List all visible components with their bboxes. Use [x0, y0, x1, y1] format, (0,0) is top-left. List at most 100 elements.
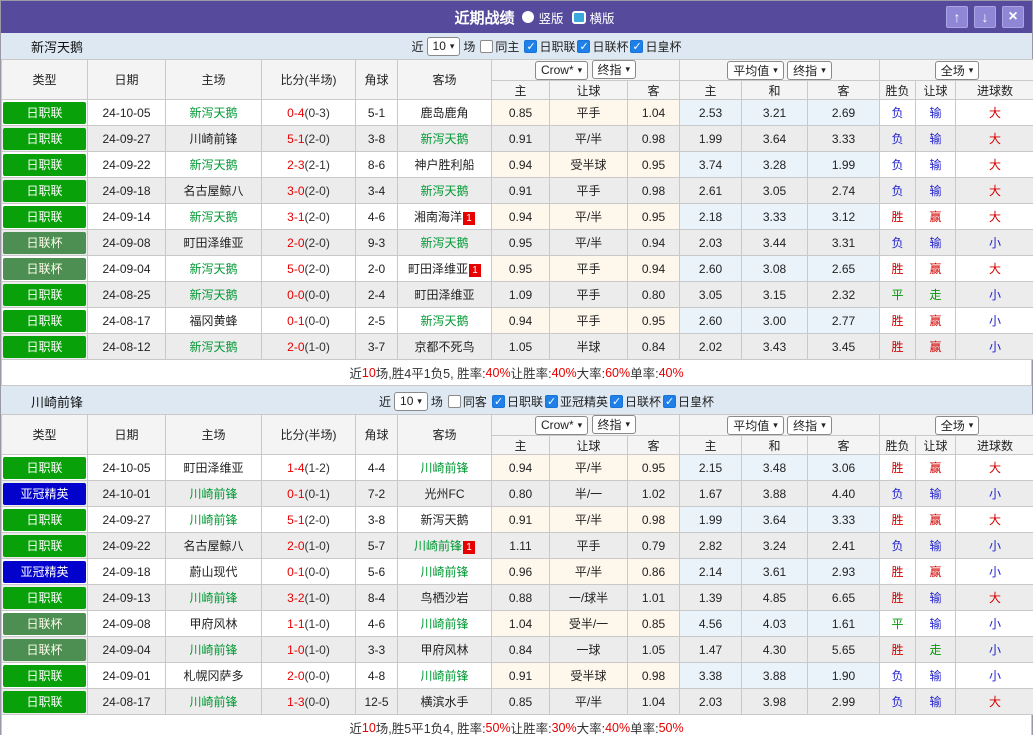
bookmaker-select[interactable]: Crow* ▾ [534, 60, 589, 80]
home-team-cell: 川崎前锋 [165, 480, 262, 507]
text: 2-0 [287, 235, 305, 250]
move-up-button[interactable]: ↑ [946, 6, 968, 28]
section-header: 川崎前锋 近 10▾ 场 同客 日职联 亚冠精英 日联杯 日皇杯 [1, 388, 1032, 414]
avg-draw-odds-cell: 3.00 [741, 307, 808, 334]
score-cell: 1-1(1-0) [261, 610, 356, 637]
corner-cell: 8-6 [355, 151, 398, 178]
league-type-badge: 日职联 [3, 153, 86, 176]
handicap-away-odds-cell: 0.98 [627, 506, 680, 533]
league-type-badge: 日职联 [3, 127, 86, 150]
corner-cell: 3-8 [355, 125, 398, 152]
avg-away-odds-cell: 3.33 [806, 506, 881, 533]
match-type-cell: 亚冠精英 [1, 558, 88, 585]
score-cell: 0-4(0-3) [261, 99, 356, 126]
handicap-result-cell: 输 [915, 610, 957, 637]
corner-cell: 4-6 [355, 203, 398, 230]
home-team-cell: 川崎前锋 [165, 584, 262, 611]
same-side-checkbox[interactable]: 同客 [447, 393, 487, 410]
average-select[interactable]: 平均值 ▾ [727, 60, 784, 80]
match-row: 亚冠精英 24-09-18 蔚山现代 0-1(0-0) 5-6 川崎前锋 0.96 平/半 0.… [1, 558, 1033, 585]
corner-cell: 8-4 [355, 584, 398, 611]
goals-result-cell: 大 [955, 506, 1033, 533]
col-handicap-result: 让球 [915, 435, 957, 455]
avg-home-odds-cell: 1.67 [679, 480, 742, 507]
text: 新泻天鹅 [420, 236, 469, 250]
avg-away-odds-cell: 2.74 [806, 177, 881, 204]
avg-time-select[interactable]: 终指 ▾ [787, 60, 832, 80]
corner-cell: 12-5 [355, 688, 398, 715]
result-cell: 负 [879, 662, 917, 689]
goals-result-cell: 小 [955, 480, 1033, 507]
close-button[interactable]: × [1002, 6, 1024, 28]
home-team-cell: 札幌冈萨多 [165, 662, 262, 689]
layout-horizontal-radio[interactable]: 横版 [571, 8, 615, 27]
same-side-checkbox[interactable]: 同主 [480, 38, 519, 55]
home-team-cell: 町田泽维亚 [165, 229, 262, 256]
league-checkbox[interactable]: 亚冠精英 [544, 393, 608, 410]
away-team-cell: 新泻天鹅 [397, 506, 492, 533]
col-avg-home: 主 [679, 435, 742, 455]
league-type-badge: 日职联 [3, 335, 86, 358]
summary-segment: 50% [485, 720, 511, 735]
odds-time-select[interactable]: 终指 ▾ [591, 60, 637, 80]
scope-select[interactable]: 全场 ▾ [934, 60, 980, 80]
handicap-line-cell: 平手 [549, 307, 628, 334]
col-corner: 角球 [355, 59, 398, 100]
summary-row: 近 10 场,胜5平1负4, 胜率: 50% 让胜率: 30% 大率: 40% 单率: 50… [1, 715, 1032, 735]
chevron-down-icon: ▾ [449, 40, 455, 51]
league-checkbox[interactable]: 日职联 [491, 393, 543, 410]
handicap-away-odds-cell: 1.01 [627, 584, 680, 611]
corner-cell: 5-1 [355, 99, 398, 126]
league-checkbox[interactable]: 日联杯 [577, 38, 628, 55]
goals-result-cell: 大 [955, 177, 1033, 204]
scope-select[interactable]: 全场 ▾ [934, 415, 980, 435]
score-cell: 2-3(2-1) [261, 151, 356, 178]
recent-count-select[interactable]: 10 ▾ [426, 36, 461, 56]
text: (2-0) [304, 183, 330, 198]
match-date-cell: 24-09-14 [87, 203, 166, 230]
match-row: 日职联 24-09-27 川崎前锋 5-1(2-0) 3-8 新泻天鹅 0.91 平/半 0.9… [1, 506, 1033, 533]
league-checkbox[interactable]: 日皇杯 [630, 38, 681, 55]
text: 新泻天鹅 [189, 106, 238, 120]
handicap-home-odds-cell: 1.11 [491, 532, 550, 559]
text: 名古屋鲸八 [183, 539, 244, 553]
handicap-result-cell: 输 [915, 125, 957, 152]
goals-result-cell: 大 [955, 99, 1033, 126]
league-checkbox[interactable]: 日联杯 [609, 393, 661, 410]
avg-time-select[interactable]: 终指 ▾ [787, 415, 832, 435]
league-checkbox[interactable]: 日皇杯 [662, 393, 714, 410]
score-cell: 2-0(2-0) [261, 229, 356, 256]
avg-away-odds-cell: 2.65 [806, 255, 881, 282]
avg-away-odds-cell: 1.99 [806, 151, 881, 178]
checkbox-checked-icon [630, 39, 644, 53]
average-select[interactable]: 平均值 ▾ [727, 415, 784, 435]
col-hand-home: 主 [491, 80, 550, 100]
text: 3-1 [287, 209, 305, 224]
text: 蔚山现代 [189, 565, 238, 579]
summary-segment: 40% [658, 365, 684, 380]
match-row: 日职联 24-09-22 名古屋鲸八 2-0(1-0) 5-7 川崎前锋 1 1.11 平手 0.… [1, 532, 1033, 559]
col-handicap-result: 让球 [915, 80, 957, 100]
bookmaker-select[interactable]: Crow* ▾ [534, 415, 589, 435]
summary-segment: 40% [605, 720, 631, 735]
league-type-badge: 日职联 [3, 205, 86, 228]
league-type-badge: 日职联 [3, 283, 86, 306]
close-icon: × [1008, 8, 1018, 25]
text: 新泻天鹅 [189, 262, 238, 276]
move-down-button[interactable]: ↓ [974, 6, 996, 28]
text: 终指 [793, 63, 818, 78]
goals-result-cell: 小 [955, 610, 1033, 637]
odds-time-select[interactable]: 终指 ▾ [591, 415, 637, 435]
avg-home-odds-cell: 1.39 [679, 584, 742, 611]
away-team-cell: 新泻天鹅 [397, 229, 492, 256]
league-checkbox[interactable]: 日职联 [524, 38, 575, 55]
goals-result-cell: 小 [955, 558, 1033, 585]
match-date-cell: 24-10-01 [87, 480, 166, 507]
match-row: 日职联 24-09-22 新泻天鹅 2-3(2-1) 8-6 神户胜利船 0.94 受半球 0.… [1, 151, 1033, 178]
text: 名古屋鲸八 [183, 184, 244, 198]
recent-count-select[interactable]: 10 ▾ [394, 391, 428, 411]
layout-vertical-radio[interactable]: 竖版 [522, 8, 564, 27]
up-arrow-icon: ↑ [953, 9, 961, 25]
corner-cell: 3-4 [355, 177, 398, 204]
match-type-cell: 日职联 [1, 584, 88, 611]
